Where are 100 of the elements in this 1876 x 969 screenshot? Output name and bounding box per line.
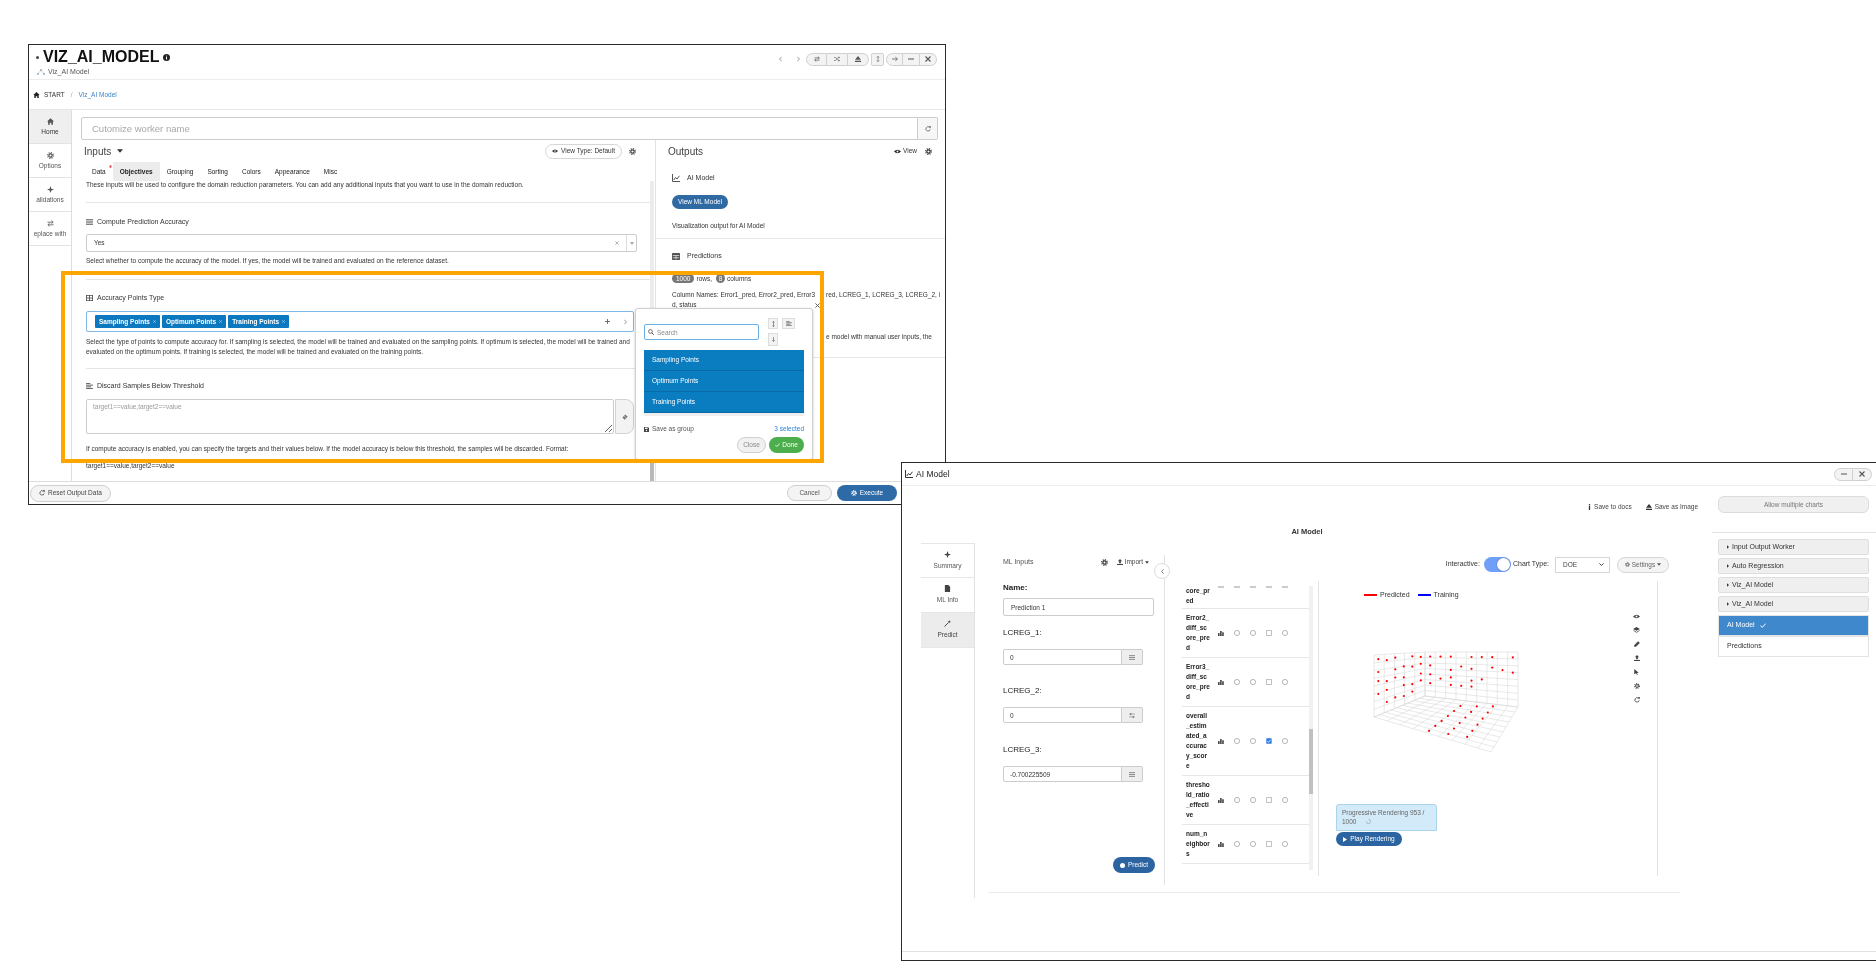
gear-icon[interactable] <box>1100 558 1108 566</box>
text-lines-icon <box>86 383 93 389</box>
plus-icon <box>605 319 610 324</box>
gear-icon <box>46 151 54 159</box>
table-icon <box>672 252 680 260</box>
eject-icon <box>1645 504 1652 510</box>
close-icon <box>925 56 931 62</box>
remove-icon <box>152 320 156 323</box>
checkbox[interactable] <box>1266 841 1272 847</box>
gear-icon <box>1624 562 1630 567</box>
parameter-options-button[interactable] <box>1122 649 1143 665</box>
collapse-button[interactable] <box>1154 563 1170 579</box>
caret-down-icon <box>1145 560 1149 564</box>
pencil-icon[interactable] <box>1633 641 1640 647</box>
list-icon <box>86 219 93 225</box>
info-icon <box>163 53 171 61</box>
parameter-options-button[interactable] <box>1122 707 1143 723</box>
gear-icon <box>850 490 857 496</box>
caret-right-icon <box>1727 564 1729 568</box>
close-icon <box>1859 471 1865 477</box>
layers-icon[interactable] <box>1633 627 1640 633</box>
radio-button[interactable] <box>1234 738 1240 744</box>
gear-icon[interactable] <box>1633 683 1640 689</box>
swap-icon <box>46 219 54 227</box>
refresh-icon[interactable] <box>1633 697 1640 703</box>
chevron-right-icon <box>624 318 627 325</box>
radio-button[interactable] <box>1234 841 1240 847</box>
bar-chart-icon[interactable] <box>1218 630 1224 636</box>
eye-icon <box>552 149 559 153</box>
radio-button[interactable] <box>1250 797 1256 803</box>
bar-chart-icon[interactable] <box>1218 797 1224 803</box>
interactive-toggle[interactable] <box>1483 557 1511 572</box>
bar-chart-icon[interactable] <box>1218 841 1224 847</box>
play-icon <box>1343 836 1348 842</box>
filter-caret-icon[interactable] <box>117 149 124 153</box>
radio-button[interactable] <box>1282 738 1288 744</box>
popup-close-button[interactable] <box>814 302 820 308</box>
toolbar-button[interactable] <box>920 52 937 66</box>
grid-icon <box>86 295 93 301</box>
arrow-down-icon <box>771 337 775 342</box>
bullet-icon <box>36 55 39 59</box>
toolbar-button[interactable] <box>848 52 869 66</box>
sort-button[interactable] <box>768 318 778 329</box>
radio-button[interactable] <box>1282 679 1288 685</box>
text-lines-icon <box>785 321 792 326</box>
align-button[interactable] <box>782 318 795 329</box>
radio-button[interactable] <box>1234 630 1240 636</box>
bar-chart-icon[interactable] <box>1218 738 1224 744</box>
upload-icon[interactable] <box>1633 655 1640 661</box>
radio-button[interactable] <box>1250 738 1256 744</box>
name-label: Name: <box>1003 582 1028 594</box>
line-chart-icon <box>672 174 680 182</box>
gear-icon[interactable] <box>629 147 636 155</box>
worker-name-field[interactable]: Cutomize worker name <box>81 117 918 140</box>
search-icon <box>648 329 654 335</box>
checkbox[interactable] <box>1266 630 1272 636</box>
check-icon <box>1759 623 1766 628</box>
sparkle-icon <box>944 550 951 558</box>
chevron-down-icon <box>1599 563 1604 566</box>
cursor-icon[interactable] <box>1634 669 1639 675</box>
eye-icon <box>894 148 901 154</box>
toolbar-button[interactable] <box>1853 467 1872 481</box>
radio-button[interactable] <box>1282 797 1288 803</box>
line-chart-icon <box>905 470 913 478</box>
eject-icon <box>855 56 861 62</box>
sliders-icon <box>1129 712 1135 718</box>
checkbox[interactable] <box>1266 679 1272 685</box>
refresh-button[interactable] <box>918 117 938 140</box>
caret-right-icon <box>1727 583 1729 587</box>
radio-button[interactable] <box>1234 679 1240 685</box>
parameter-label: LCREG_2: <box>1003 685 1042 697</box>
spinner-icon <box>1366 819 1372 824</box>
gear-icon[interactable] <box>925 147 932 155</box>
radio-button[interactable] <box>1250 630 1256 636</box>
scrollbar-thumb[interactable] <box>1309 729 1313 794</box>
radio-button[interactable] <box>1282 841 1288 847</box>
remove-icon <box>282 320 286 323</box>
caret-down-icon <box>1657 563 1662 566</box>
circle-icon <box>1119 862 1125 868</box>
scrollbar-thumb[interactable] <box>650 460 654 481</box>
caret-down-icon <box>629 241 634 245</box>
eye-icon[interactable] <box>1633 614 1640 619</box>
eraser-button[interactable] <box>615 399 634 434</box>
clear-icon <box>615 241 619 245</box>
caret-right-icon <box>1727 602 1729 606</box>
window-title: VIZ_AI_MODEL <box>43 49 160 65</box>
radio-button[interactable] <box>1234 797 1240 803</box>
radio-button[interactable] <box>1250 679 1256 685</box>
radio-button[interactable] <box>1282 630 1288 636</box>
list-icon <box>1129 771 1135 777</box>
radio-button[interactable] <box>1250 841 1256 847</box>
parameter-options-button[interactable] <box>1122 766 1143 782</box>
window-title: AI Model <box>916 467 950 481</box>
home-icon <box>33 91 40 98</box>
bar-chart-icon[interactable] <box>1218 679 1224 685</box>
save-icon <box>644 426 649 432</box>
sort-down-button[interactable] <box>768 333 778 346</box>
checkbox[interactable] <box>1266 797 1272 803</box>
chevron-right-icon <box>796 56 800 62</box>
close-icon <box>814 302 820 308</box>
